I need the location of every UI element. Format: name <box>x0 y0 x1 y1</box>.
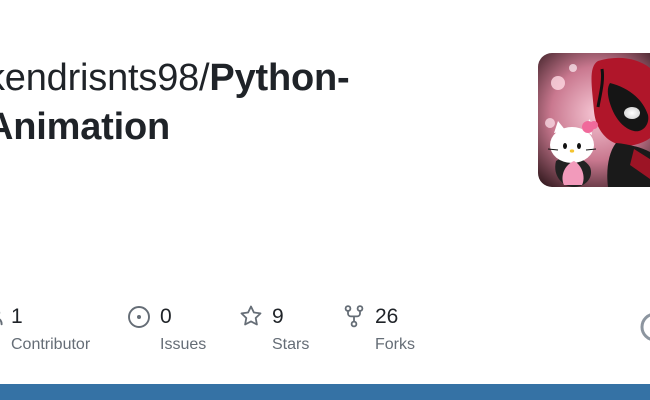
stat-label: Issues <box>160 336 207 353</box>
repo-owner: kendrisnts98/ <box>0 57 210 99</box>
stat-count: 26 <box>375 305 399 328</box>
language-color-bar <box>0 384 650 400</box>
github-mark-icon <box>640 313 650 341</box>
deadpool-hello-kitty-avatar-icon <box>538 53 650 187</box>
repo-name-part-1: Python- <box>209 57 350 99</box>
repo-name-part-2: Animation <box>0 106 170 148</box>
stat-count: 9 <box>272 305 284 328</box>
star-icon <box>240 305 262 326</box>
people-icon <box>0 311 3 326</box>
stat-count: 0 <box>160 305 172 328</box>
stat-label: Forks <box>375 336 415 353</box>
repo-title[interactable]: kendrisnts98/Python- Animation <box>0 54 486 152</box>
repo-title-line-1: kendrisnts98/Python- <box>0 54 486 103</box>
avatar[interactable] <box>538 53 650 187</box>
repo-forked-icon <box>344 305 364 328</box>
stat-count: 1 <box>11 305 23 328</box>
issue-opened-icon <box>128 306 150 328</box>
repo-social-card: kendrisnts98/Python- Animation 1 Contrib… <box>0 0 650 400</box>
stat-label: Stars <box>272 336 310 353</box>
stat-label: Contributor <box>11 336 91 353</box>
